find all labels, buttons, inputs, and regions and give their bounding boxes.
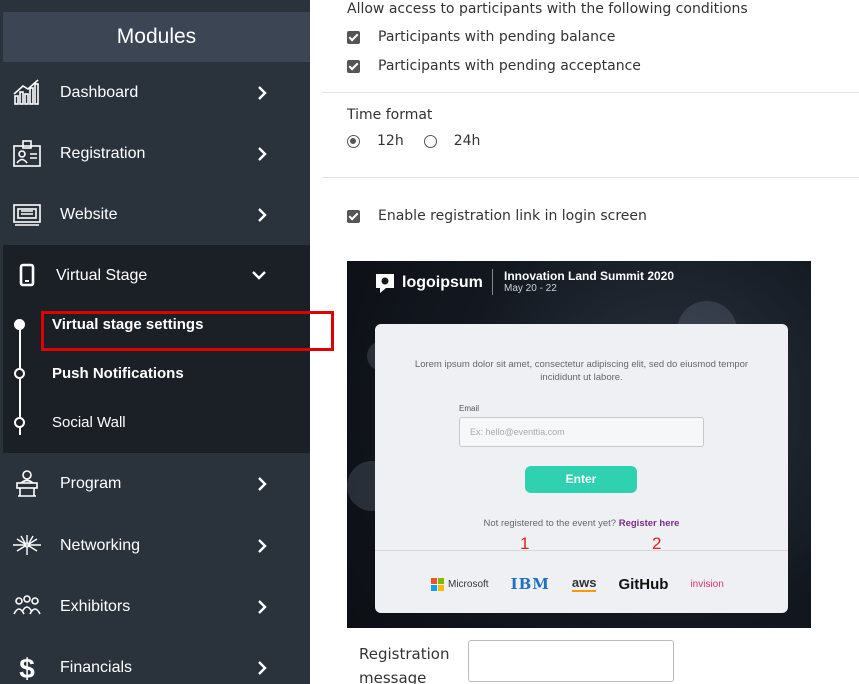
podium-icon [16,470,38,497]
checkbox-row-pending-acceptance[interactable]: Participants with pending acceptance [347,56,641,76]
sponsor-github: GitHub [618,575,669,593]
sidebar-item-label: Registration [60,145,146,162]
logo-text: logoipsum [402,274,483,291]
timeline-dot [14,417,25,428]
radio-24h[interactable] [423,134,437,148]
sidebar-item-label: Dashboard [60,84,139,101]
timeline-dot [14,368,25,379]
sidebar-item-label: Networking [60,537,141,554]
event-title: Innovation Land Summit 2020 [504,269,675,283]
sidebar-title: Modules [3,12,310,62]
main-content: Allow access to participants with the fo… [322,0,859,684]
chevron-down-icon [252,271,266,280]
checkbox-row-registration-link[interactable]: Enable registration link in login screen [347,206,647,226]
chevron-right-icon [258,661,267,675]
not-registered-text: Not registered to the event yet? [483,518,617,529]
sponsor-logos: Microsoft IBM aws GitHub invision [431,574,724,594]
logo-mark-icon [376,274,394,293]
registration-message-input[interactable] [468,640,674,682]
chevron-right-icon [258,539,267,553]
login-screen-preview: logoipsum Innovation Land Summit 2020 Ma… [347,261,811,628]
time-format-label: Time format [347,107,433,123]
monitor-icon [13,204,41,226]
chevron-right-icon [258,208,267,222]
sidebar-item-networking[interactable]: Networking [3,515,310,576]
annotation-number-1: 1 [520,534,530,553]
network-icon [13,535,41,555]
radio-label: 24h [453,133,481,149]
sidebar-item-label: Financials [60,659,133,676]
sponsor-aws: aws [571,575,597,592]
svg-text:$: $ [19,653,35,683]
badge-icon [13,140,41,167]
checkbox-checked[interactable] [347,209,360,223]
preview-logo: logoipsum [374,272,483,294]
divider [322,92,859,93]
card-divider [375,550,788,551]
sidebar-item-registration[interactable]: Registration [3,123,310,184]
checkbox-row-pending-balance[interactable]: Participants with pending balance [347,27,615,47]
sponsor-microsoft: Microsoft [448,578,489,590]
header-separator [492,269,493,295]
people-icon [13,595,41,615]
timeline-dot-active [14,319,25,330]
register-here-link[interactable]: Register here [619,518,680,529]
checkbox-checked[interactable] [347,30,360,44]
sidebar-item-exhibitors[interactable]: Exhibitors [3,576,310,637]
checkbox-label: Enable registration link in login screen [378,208,647,224]
sidebar-item-program[interactable]: Program [3,453,310,514]
sidebar-item-virtual-stage[interactable]: Virtual Stage [3,245,310,306]
microsoft-logo-icon [431,577,444,591]
email-label: Email [459,404,480,413]
sponsor-ibm: IBM [510,575,550,593]
sub-item-social-wall[interactable]: Social Wall [52,414,126,431]
sponsor-invision: invision [690,578,724,590]
checkbox-checked[interactable] [347,59,360,73]
not-registered-line: Not registered to the event yet? Registe… [375,518,788,529]
annotation-number-2: 2 [652,534,662,553]
login-intro-text: Lorem ipsum dolor sit amet, consectetur … [414,359,749,383]
sidebar-item-label: Program [60,475,122,492]
time-format-options: 12h 24h [347,133,480,149]
sidebar-item-website[interactable]: Website [3,184,310,245]
radio-label: 12h [377,133,404,149]
email-input[interactable]: Ex: hello@eventtia.com [459,417,704,447]
checkbox-label: Participants with pending balance [378,29,616,45]
sidebar-item-label: Virtual Stage [56,267,148,284]
chevron-right-icon [258,477,267,491]
event-date: May 20 - 22 [504,283,557,294]
dashboard-icon [13,79,39,105]
registration-message-label: Registration message [359,645,450,684]
dollar-icon: $ [19,653,35,683]
chevron-right-icon [258,86,267,100]
divider [322,177,859,178]
enter-button[interactable]: Enter [525,466,637,493]
sidebar-item-financials[interactable]: $ Financials [3,637,310,684]
login-card: Lorem ipsum dolor sit amet, consectetur … [375,324,788,613]
radio-12h[interactable] [347,134,360,148]
sidebar-item-label: Exhibitors [60,598,131,615]
chevron-right-icon [258,600,267,614]
highlight-box [41,311,334,351]
access-heading: Allow access to participants with the fo… [347,1,748,17]
phone-icon [19,263,35,287]
sidebar: Modules Dashboard Registration Website V… [0,0,334,684]
checkbox-label: Participants with pending acceptance [378,58,641,74]
sub-item-push-notifications[interactable]: Push Notifications [52,365,184,382]
chevron-right-icon [258,147,267,161]
sidebar-item-label: Website [60,206,118,223]
sidebar-item-dashboard[interactable]: Dashboard [3,62,310,123]
